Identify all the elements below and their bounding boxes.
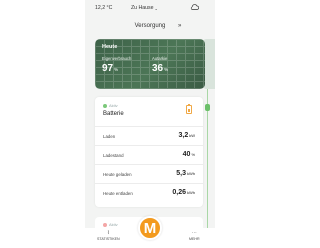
home-logo-button[interactable]: M — [138, 216, 162, 240]
table-row: Ladestand 40% — [95, 145, 203, 164]
nav-statistics[interactable]: ⌇ STATISTIKEN — [97, 230, 120, 241]
self-consumption-label: Eigenverbrauch — [102, 56, 132, 61]
nav-more-label: MEHR — [189, 237, 200, 241]
autarky-value: 36% — [152, 63, 169, 74]
battery-title: Batterie — [103, 111, 124, 117]
table-row: Heute entladen 0,26kWh — [95, 183, 203, 202]
statistics-icon: ⌇ — [107, 230, 110, 236]
location-selector[interactable]: Zu Hause ⌄ — [131, 5, 158, 11]
autarky-label: Autarkie — [152, 56, 168, 61]
status-dot-icon — [103, 222, 107, 227]
section-title: Versorgung — [134, 23, 166, 29]
status-bar: 12,2 °C Zu Hause ⌄ — [85, 2, 215, 14]
nav-more[interactable]: ⋯ MEHR — [189, 230, 200, 241]
nav-statistics-label: STATISTIKEN — [97, 237, 120, 241]
table-row: Laden 3,2kW — [95, 126, 203, 145]
table-row: Heute geladen 5,3kWh — [95, 164, 203, 183]
double-chevron-right-icon[interactable]: » — [178, 23, 181, 29]
battery-card[interactable]: Aktiv Batterie Laden 3,2kW Ladestand 40%… — [95, 97, 203, 207]
chevron-down-icon: ⌄ — [154, 5, 158, 11]
temperature-readout: 12,2 °C — [95, 5, 113, 11]
app-screen: 12,2 °C Zu Hause ⌄ Versorgung » Heute Ei… — [85, 0, 215, 248]
status-badge: Aktiv — [103, 103, 118, 108]
more-icon: ⋯ — [191, 230, 197, 236]
location-label: Zu Hause — [131, 5, 154, 11]
today-summary-card[interactable]: Heute Eigenverbrauch 97% Autarkie 36% — [95, 39, 205, 89]
today-title: Heute — [102, 44, 118, 50]
section-header: Versorgung » — [85, 23, 215, 29]
self-consumption-value: 97% — [102, 63, 119, 74]
battery-icon — [186, 104, 192, 114]
status-dot-icon — [103, 103, 107, 108]
cloud-icon[interactable] — [190, 4, 199, 10]
status-badge: Aktiv — [103, 222, 118, 227]
flow-indicator-dot — [205, 104, 210, 111]
flow-indicator-line — [207, 89, 208, 239]
